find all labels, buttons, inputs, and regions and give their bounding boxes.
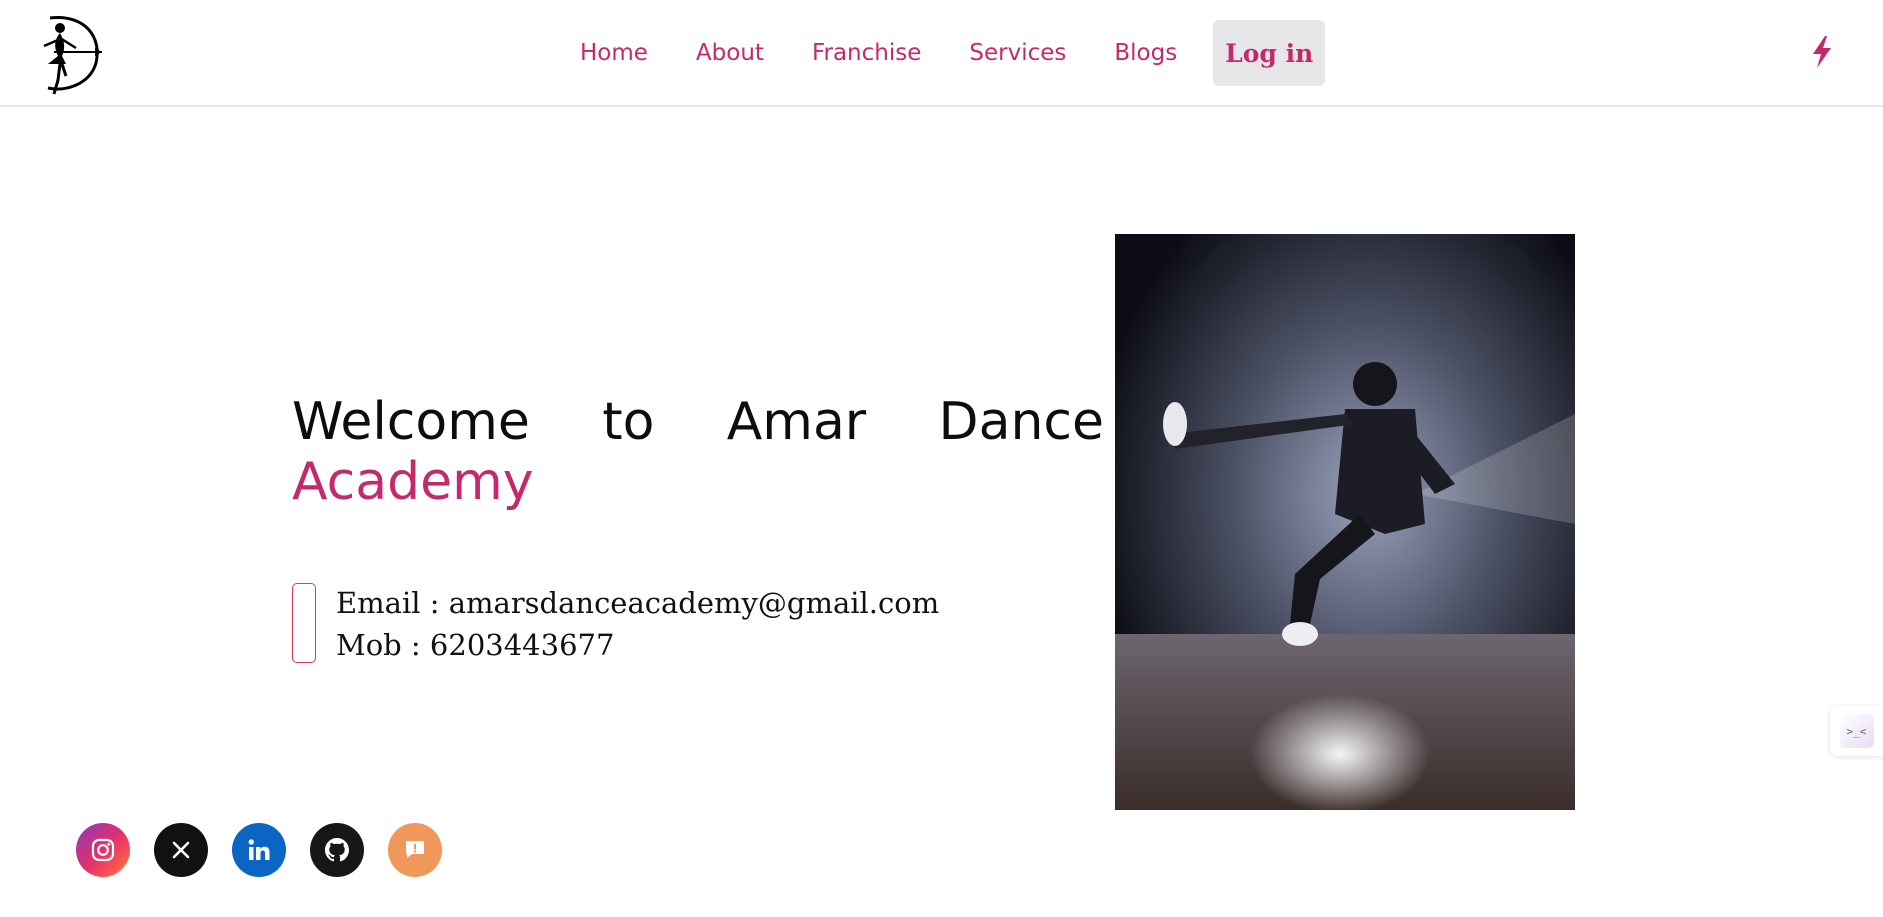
linkedin-icon[interactable] [232, 823, 286, 877]
contact-accent-bar [292, 583, 316, 663]
hero-title-word: Welcome [292, 392, 530, 452]
hero-title-word: Amar [726, 392, 867, 452]
top-navbar: Home About Franchise Services Blogs Log … [0, 0, 1883, 107]
hero-title-line: Welcome to Amar Dance [292, 392, 1104, 452]
nav-services-link[interactable]: Services [969, 40, 1066, 66]
feedback-icon[interactable] [388, 823, 442, 877]
hero-title-accent: Academy [292, 452, 534, 512]
instagram-icon[interactable] [76, 823, 130, 877]
login-button[interactable]: Log in [1213, 20, 1326, 86]
contact-info: Email : amarsdanceacademy@gmail.com Mob … [336, 582, 939, 666]
social-links [76, 823, 466, 877]
hero-title: Welcome to Amar Dance Academy [292, 392, 1104, 512]
nav-home-link[interactable]: Home [580, 40, 648, 66]
lightning-bolt-icon[interactable] [1808, 34, 1836, 70]
nav-about-link[interactable]: About [696, 40, 764, 66]
nav-franchise-link[interactable]: Franchise [812, 40, 921, 66]
main-nav: Home About Franchise Services Blogs Log … [580, 20, 1326, 86]
academy-logo-icon[interactable] [36, 8, 106, 96]
nav-blogs-link[interactable]: Blogs [1114, 40, 1177, 66]
contact-email: Email : amarsdanceacademy@gmail.com [336, 586, 940, 620]
x-icon[interactable] [154, 823, 208, 877]
contact-mobile: Mob : 6203443677 [336, 628, 615, 662]
floating-assistant-button[interactable]: >_< [1830, 706, 1883, 756]
hero-title-word: Dance [938, 392, 1104, 452]
hero-title-word: to [602, 392, 655, 452]
assistant-face-icon: >_< [1839, 714, 1874, 748]
github-icon[interactable] [310, 823, 364, 877]
hero-dancer-image [1115, 234, 1575, 810]
